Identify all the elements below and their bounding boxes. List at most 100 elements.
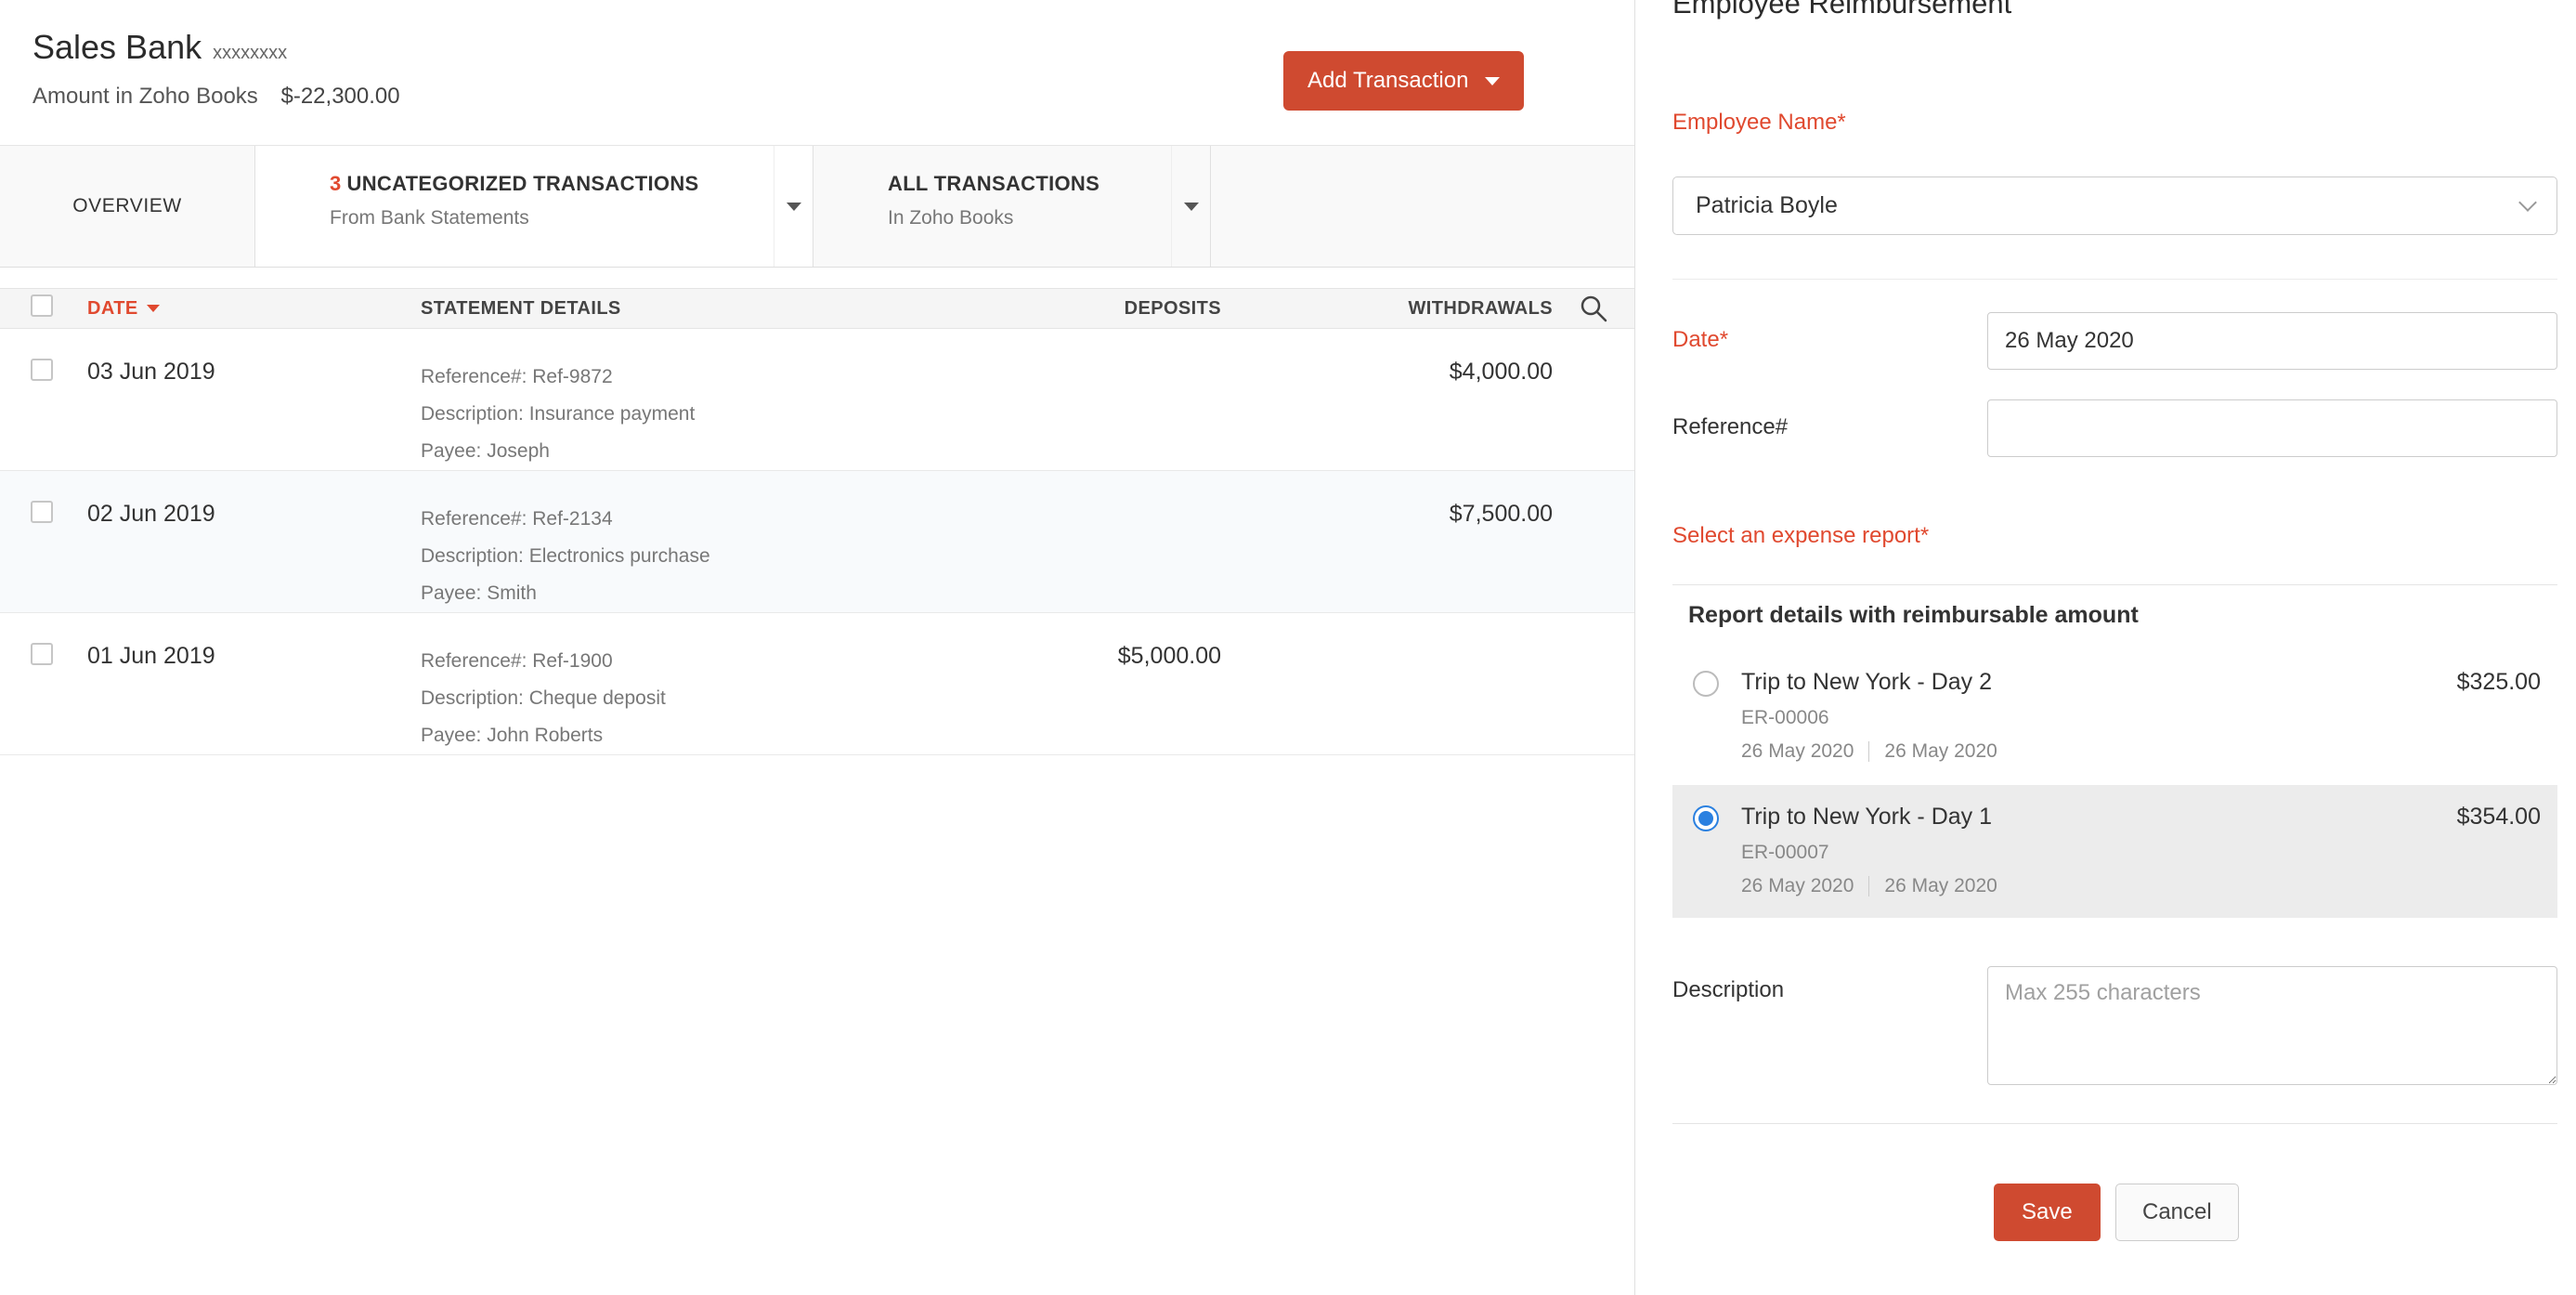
expense-report-label: Select an expense report* bbox=[1672, 523, 1929, 549]
save-button[interactable]: Save bbox=[1994, 1184, 2101, 1241]
chevron-down-icon bbox=[2518, 193, 2537, 212]
uncategorized-label: UNCATEGORIZED TRANSACTIONS bbox=[347, 172, 699, 195]
date-label: Date* bbox=[1672, 327, 1728, 353]
divider bbox=[1868, 876, 1869, 896]
tab-dropdown-toggle[interactable] bbox=[1171, 146, 1210, 267]
divider bbox=[1672, 279, 2557, 280]
description-line: Description: Cheque deposit bbox=[421, 680, 980, 717]
reference-line: Reference#: Ref-9872 bbox=[421, 359, 980, 396]
employee-name-select[interactable]: Patricia Boyle bbox=[1672, 177, 2557, 235]
description-textarea[interactable] bbox=[1987, 966, 2557, 1085]
statement-details: Reference#: Ref-2134 Description: Electr… bbox=[421, 501, 980, 612]
tab-overview[interactable]: OVERVIEW bbox=[0, 146, 254, 267]
description-label: Description bbox=[1672, 977, 1784, 1003]
search-icon bbox=[1579, 294, 1608, 323]
select-all-cell bbox=[0, 294, 87, 322]
reference-label: Reference# bbox=[1672, 414, 1788, 440]
bank-tabs: OVERVIEW 3UNCATEGORIZED TRANSACTIONS Fro… bbox=[0, 145, 1634, 268]
cancel-button[interactable]: Cancel bbox=[2115, 1184, 2239, 1241]
tab-all-transactions[interactable]: ALL TRANSACTIONS In Zoho Books bbox=[813, 146, 1211, 267]
expense-report-option[interactable]: Trip to New York - Day 2 ER-00006 26 May… bbox=[1672, 650, 2557, 780]
transaction-row[interactable]: 03 Jun 2019 Reference#: Ref-9872 Descrip… bbox=[0, 329, 1634, 471]
report-section-title: Report details with reimbursable amount bbox=[1688, 602, 2139, 629]
tab-uncategorized-subtitle: From Bank Statements bbox=[330, 207, 813, 229]
payee-line: Payee: Smith bbox=[421, 575, 980, 612]
transaction-date: 01 Jun 2019 bbox=[87, 643, 421, 670]
report-number: ER-00007 bbox=[1741, 842, 2541, 864]
tab-all-title: ALL TRANSACTIONS bbox=[888, 172, 1210, 196]
employee-name-label: Employee Name* bbox=[1672, 110, 1846, 136]
transactions-table-body: 03 Jun 2019 Reference#: Ref-9872 Descrip… bbox=[0, 329, 1634, 755]
column-header-deposits: DEPOSITS bbox=[980, 298, 1221, 320]
sort-desc-icon bbox=[147, 305, 160, 312]
transaction-row[interactable]: 01 Jun 2019 Reference#: Ref-1900 Descrip… bbox=[0, 613, 1634, 755]
select-all-checkbox[interactable] bbox=[31, 294, 53, 317]
row-checkbox[interactable] bbox=[31, 501, 53, 523]
report-dates: 26 May 2020 26 May 2020 bbox=[1741, 740, 2541, 763]
expense-report-option[interactable]: Trip to New York - Day 1 ER-00007 26 May… bbox=[1672, 785, 2557, 918]
payee-line: Payee: John Roberts bbox=[421, 717, 980, 754]
caret-down-icon bbox=[1485, 77, 1500, 85]
report-name: Trip to New York - Day 1 bbox=[1741, 804, 2541, 831]
account-number-mask: xxxxxxxx bbox=[213, 43, 287, 64]
amount-value: $-22,300.00 bbox=[280, 84, 399, 109]
account-name: Sales Bank bbox=[33, 28, 202, 67]
search-transactions-button[interactable] bbox=[1553, 294, 1634, 323]
column-header-statement-details: STATEMENT DETAILS bbox=[421, 298, 980, 320]
reference-line: Reference#: Ref-1900 bbox=[421, 643, 980, 680]
add-transaction-button[interactable]: Add Transaction bbox=[1283, 51, 1524, 111]
report-number: ER-00006 bbox=[1741, 707, 2541, 729]
divider bbox=[1672, 1123, 2557, 1124]
radio-button-icon[interactable] bbox=[1693, 805, 1719, 831]
reference-line: Reference#: Ref-2134 bbox=[421, 501, 980, 538]
tab-uncategorized-title: 3UNCATEGORIZED TRANSACTIONS bbox=[330, 172, 813, 196]
payee-line: Payee: Joseph bbox=[421, 433, 980, 470]
panel-title: Employee Reimbursement bbox=[1672, 0, 2011, 20]
report-start-date: 26 May 2020 bbox=[1741, 875, 1854, 897]
deposit-amount: $5,000.00 bbox=[980, 643, 1221, 670]
divider bbox=[1868, 741, 1869, 762]
employee-name-value: Patricia Boyle bbox=[1696, 192, 1838, 219]
transaction-date: 03 Jun 2019 bbox=[87, 359, 421, 386]
tab-dropdown-toggle[interactable] bbox=[774, 146, 813, 267]
radio-button-icon[interactable] bbox=[1693, 671, 1719, 697]
bank-account-page: Sales Bank xxxxxxxx Amount in Zoho Books… bbox=[0, 0, 1634, 1295]
uncategorized-count: 3 bbox=[330, 172, 342, 195]
page-header: Sales Bank xxxxxxxx Amount in Zoho Books… bbox=[0, 0, 1634, 145]
report-amount: $354.00 bbox=[2457, 804, 2541, 831]
transaction-date: 02 Jun 2019 bbox=[87, 501, 421, 528]
description-line: Description: Insurance payment bbox=[421, 396, 980, 433]
row-checkbox-cell bbox=[0, 359, 87, 386]
add-transaction-label: Add Transaction bbox=[1308, 68, 1468, 94]
report-end-date: 26 May 2020 bbox=[1884, 875, 1997, 897]
report-amount: $325.00 bbox=[2457, 669, 2541, 696]
report-end-date: 26 May 2020 bbox=[1884, 740, 1997, 763]
statement-details: Reference#: Ref-1900 Description: Cheque… bbox=[421, 643, 980, 754]
tab-all-subtitle: In Zoho Books bbox=[888, 207, 1210, 229]
row-checkbox-cell bbox=[0, 643, 87, 670]
withdrawal-amount: $4,000.00 bbox=[1221, 359, 1553, 386]
report-start-date: 26 May 2020 bbox=[1741, 740, 1854, 763]
row-checkbox-cell bbox=[0, 501, 87, 528]
reference-input[interactable] bbox=[1987, 399, 2557, 457]
row-checkbox[interactable] bbox=[31, 643, 53, 665]
statement-details: Reference#: Ref-9872 Description: Insura… bbox=[421, 359, 980, 470]
column-header-withdrawals: WITHDRAWALS bbox=[1221, 298, 1553, 320]
caret-down-icon bbox=[787, 203, 801, 211]
report-dates: 26 May 2020 26 May 2020 bbox=[1741, 875, 2541, 897]
date-input[interactable] bbox=[1987, 312, 2557, 370]
report-name: Trip to New York - Day 2 bbox=[1741, 669, 2541, 696]
row-checkbox[interactable] bbox=[31, 359, 53, 381]
column-header-date[interactable]: DATE bbox=[87, 298, 421, 320]
withdrawal-amount: $7,500.00 bbox=[1221, 501, 1553, 528]
tab-uncategorized-transactions[interactable]: 3UNCATEGORIZED TRANSACTIONS From Bank St… bbox=[254, 146, 813, 267]
divider bbox=[1672, 584, 2557, 585]
transactions-table-header: DATE STATEMENT DETAILS DEPOSITS WITHDRAW… bbox=[0, 288, 1634, 329]
description-line: Description: Electronics purchase bbox=[421, 538, 980, 575]
transaction-row[interactable]: 02 Jun 2019 Reference#: Ref-2134 Descrip… bbox=[0, 471, 1634, 613]
date-column-label: DATE bbox=[87, 298, 138, 320]
tab-overview-label: OVERVIEW bbox=[72, 195, 182, 217]
employee-reimbursement-panel: Employee Reimbursement Employee Name* Pa… bbox=[1634, 0, 2576, 1295]
caret-down-icon bbox=[1184, 203, 1199, 211]
amount-label: Amount in Zoho Books bbox=[33, 84, 258, 109]
